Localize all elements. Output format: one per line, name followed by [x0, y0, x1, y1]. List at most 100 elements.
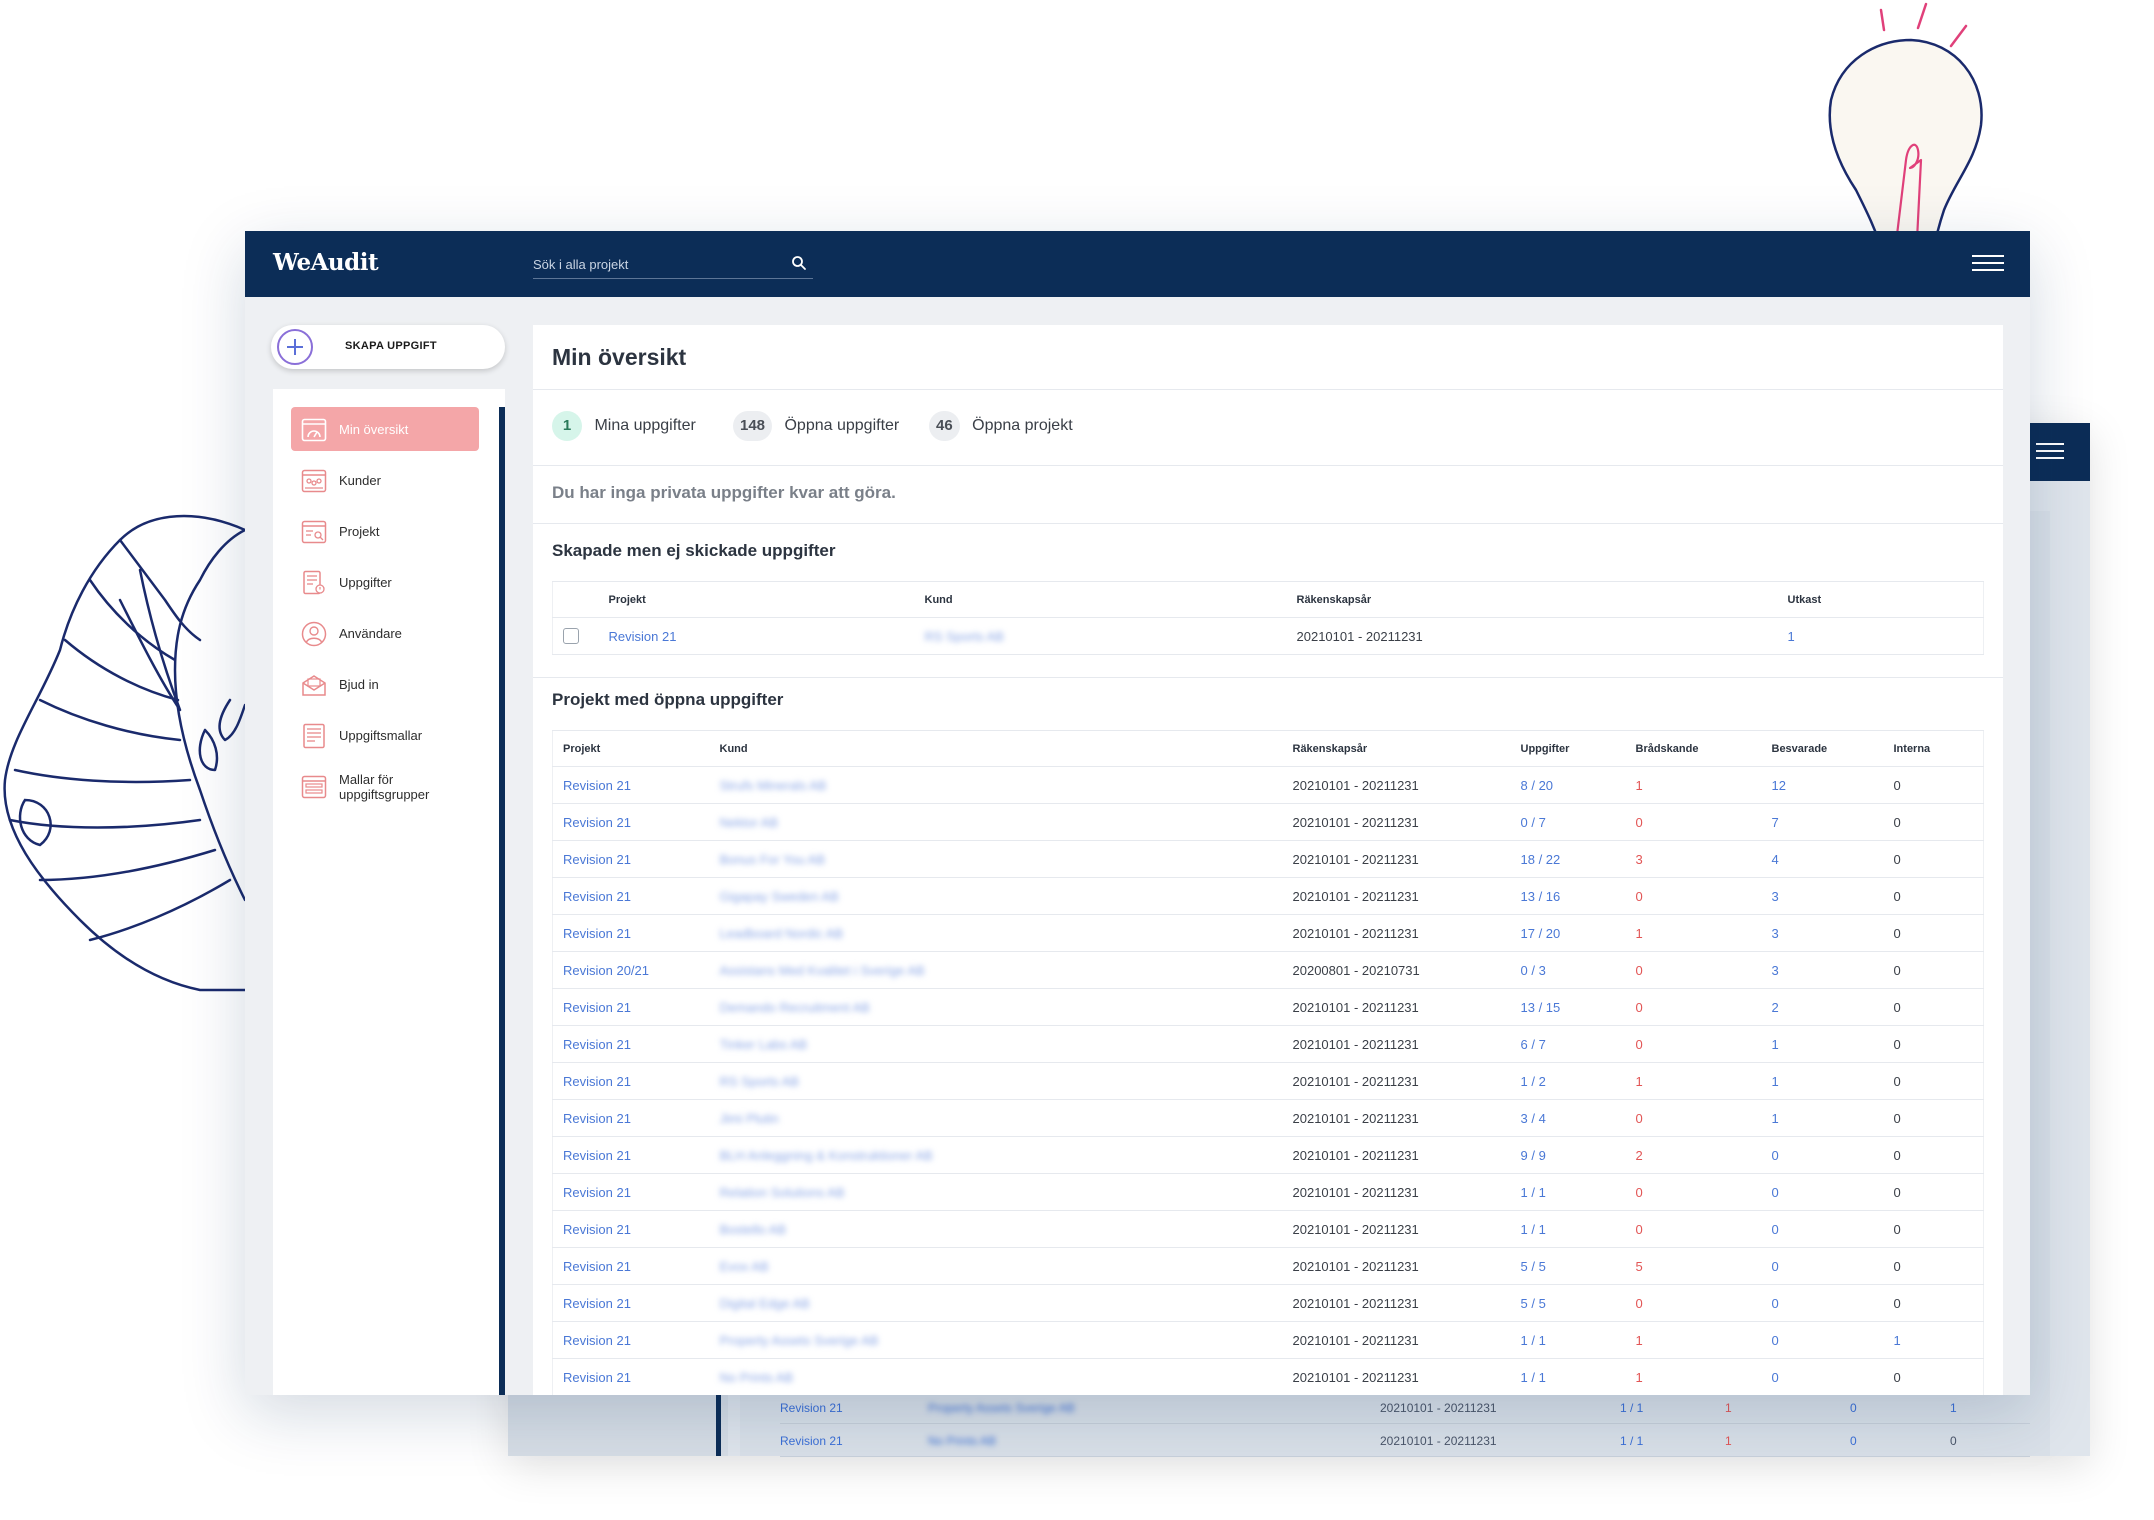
customer-link[interactable]: No Prints AB [719, 1358, 1293, 1395]
tasks-count[interactable]: 3 / 4 [1520, 1099, 1636, 1137]
sidebar-item-projects[interactable]: Projekt [291, 509, 479, 553]
table-row[interactable]: Revision 20/21 Assistans Med Kvalitet i S… [552, 951, 1984, 989]
answered-count[interactable]: 7 [1771, 803, 1894, 841]
tasks-count[interactable]: 5 / 5 [1520, 1284, 1636, 1322]
customer-link[interactable]: Jimi Plutin [719, 1099, 1293, 1137]
table-row[interactable]: Revision 21 Jimi Plutin 20210101 - 2021123… [552, 1099, 1984, 1137]
app-logo[interactable]: WeAudit [273, 249, 379, 276]
stat-open-tasks[interactable]: 148 Öppna uppgifter [733, 411, 899, 441]
table-row[interactable]: Revision 21 Bostello AB 20210101 - 2021123… [552, 1210, 1984, 1248]
answered-count[interactable]: 0 [1771, 1210, 1894, 1248]
table-row[interactable]: Revision 21 Demando Recruitment AB 2021010… [552, 988, 1984, 1026]
project-link[interactable]: Revision 21 [552, 1210, 720, 1248]
answered-count[interactable]: 4 [1771, 840, 1894, 878]
table-row[interactable]: Revision 21 Bonus For You AB 20210101 - 20… [552, 840, 1984, 878]
answered-count[interactable]: 1 [1771, 1099, 1894, 1137]
tasks-count[interactable]: 6 / 7 [1520, 1025, 1636, 1063]
table-row[interactable]: Revision 21 BLH Anleggning & Konstruktion… [552, 1136, 1984, 1174]
tasks-count[interactable]: 13 / 16 [1520, 877, 1636, 915]
table-row[interactable]: Revision 21 Nektor AB 20210101 - 20211231 0… [552, 803, 1984, 841]
sidebar-item-tasks[interactable]: Uppgifter [291, 560, 479, 604]
customer-link[interactable]: Demando Recruitment AB [719, 988, 1293, 1026]
answered-count[interactable]: 3 [1771, 877, 1894, 915]
tasks-count[interactable]: 8 / 20 [1520, 766, 1636, 804]
customer-link[interactable]: Assistans Med Kvalitet i Sverige AB [719, 951, 1293, 989]
customer-link[interactable]: Bostello AB [719, 1210, 1293, 1248]
table-row[interactable]: Revision 21 Tinker Labs AB 20210101 - 2021… [552, 1025, 1984, 1063]
tasks-count[interactable]: 0 / 3 [1520, 951, 1636, 989]
project-link[interactable]: Revision 21 [552, 1062, 720, 1100]
project-link[interactable]: Revision 21 [552, 877, 720, 915]
table-row[interactable]: Revision 21 Digital Edge AB 20210101 - 202… [552, 1284, 1984, 1322]
project-link[interactable]: Revision 21 [552, 1284, 720, 1322]
table-row[interactable]: Revision 21 No Prints AB 20210101 - 202112… [552, 1358, 1984, 1395]
table-row[interactable]: Revision 21 Strufs Minerals AB 20210101 - … [552, 766, 1984, 804]
answered-count[interactable]: 1 [1771, 1062, 1894, 1100]
stat-my-tasks[interactable]: 1 Mina uppgifter [552, 411, 696, 441]
answered-count[interactable]: 0 [1771, 1247, 1894, 1285]
project-link[interactable]: Revision 21 [552, 1025, 720, 1063]
project-link[interactable]: Revision 21 [608, 617, 925, 655]
customer-link[interactable]: Strufs Minerals AB [719, 766, 1293, 804]
sidebar-item-overview[interactable]: Min översikt [291, 407, 479, 451]
customer-link[interactable]: Bonus For You AB [719, 840, 1293, 878]
answered-count[interactable]: 12 [1771, 766, 1894, 804]
tasks-count[interactable]: 18 / 22 [1520, 840, 1636, 878]
customer-link[interactable]: Evox AB [719, 1247, 1293, 1285]
project-link[interactable]: Revision 21 [552, 1247, 720, 1285]
customer-link[interactable]: Nektor AB [719, 803, 1293, 841]
table-row[interactable]: Revision 21 Leadboard Nordic AB 20210101 -… [552, 914, 1984, 952]
answered-count[interactable]: 0 [1771, 1173, 1894, 1211]
project-link[interactable]: Revision 21 [552, 1321, 720, 1359]
hamburger-menu-icon[interactable] [1972, 255, 2004, 273]
table-row[interactable]: Revision 21 RS Sports AB 20210101 - 2021… [552, 617, 1984, 655]
tasks-count[interactable]: 1 / 1 [1520, 1321, 1636, 1359]
customer-link[interactable]: RS Sports AB [719, 1062, 1293, 1100]
tasks-count[interactable]: 9 / 9 [1520, 1136, 1636, 1174]
search-icon[interactable] [791, 255, 807, 271]
table-row[interactable]: Revision 21 Evox AB 20210101 - 20211231 5 /… [552, 1247, 1984, 1285]
tasks-count[interactable]: 1 / 2 [1520, 1062, 1636, 1100]
customer-link[interactable]: Leadboard Nordic AB [719, 914, 1293, 952]
answered-count[interactable]: 3 [1771, 914, 1894, 952]
customer-link[interactable]: Digital Edge AB [719, 1284, 1293, 1322]
table-row[interactable]: Revision 21 Gigapay Sweden AB 20210101 - 2… [552, 877, 1984, 915]
search-input[interactable] [533, 253, 773, 275]
project-link[interactable]: Revision 21 [552, 988, 720, 1026]
answered-count[interactable]: 0 [1771, 1136, 1894, 1174]
customer-link[interactable]: Relation Solutions AB [719, 1173, 1293, 1211]
customer-link[interactable]: Gigapay Sweden AB [719, 877, 1293, 915]
table-row[interactable]: Revision 21 Property Assets Sverige AB 202… [552, 1321, 1984, 1359]
customer-link[interactable]: Property Assets Sverige AB [719, 1321, 1293, 1359]
sidebar-item-invite[interactable]: Bjud in [291, 662, 479, 706]
customer-link[interactable]: RS Sports AB [924, 617, 1297, 655]
answered-count[interactable]: 1 [1771, 1025, 1894, 1063]
project-link[interactable]: Revision 21 [552, 1358, 720, 1395]
sidebar-item-task-templates[interactable]: Uppgiftsmallar [291, 713, 479, 757]
project-link[interactable]: Revision 21 [552, 1173, 720, 1211]
tasks-count[interactable]: 17 / 20 [1520, 914, 1636, 952]
tasks-count[interactable]: 1 / 1 [1520, 1173, 1636, 1211]
answered-count[interactable]: 0 [1771, 1358, 1894, 1395]
answered-count[interactable]: 3 [1771, 951, 1894, 989]
stat-open-projects[interactable]: 46 Öppna projekt [929, 411, 1073, 441]
table-row[interactable]: Revision 21 RS Sports AB 20210101 - 202112… [552, 1062, 1984, 1100]
project-link[interactable]: Revision 20/21 [552, 951, 720, 989]
customer-link[interactable]: Tinker Labs AB [719, 1025, 1293, 1063]
sidebar-item-customers[interactable]: Kunder [291, 458, 479, 502]
tasks-count[interactable]: 5 / 5 [1520, 1247, 1636, 1285]
tasks-count[interactable]: 1 / 1 [1520, 1210, 1636, 1248]
project-link[interactable]: Revision 21 [552, 803, 720, 841]
project-link[interactable]: Revision 21 [552, 1136, 720, 1174]
project-link[interactable]: Revision 21 [552, 840, 720, 878]
project-link[interactable]: Revision 21 [552, 766, 720, 804]
sidebar-item-users[interactable]: Användare [291, 611, 479, 655]
answered-count[interactable]: 0 [1771, 1284, 1894, 1322]
drafts-count[interactable]: 1 [1787, 617, 1984, 655]
answered-count[interactable]: 0 [1771, 1321, 1894, 1359]
project-link[interactable]: Revision 21 [552, 1099, 720, 1137]
row-checkbox[interactable] [563, 628, 579, 644]
tasks-count[interactable]: 13 / 15 [1520, 988, 1636, 1026]
answered-count[interactable]: 2 [1771, 988, 1894, 1026]
table-row[interactable]: Revision 21 Relation Solutions AB 20210101… [552, 1173, 1984, 1211]
